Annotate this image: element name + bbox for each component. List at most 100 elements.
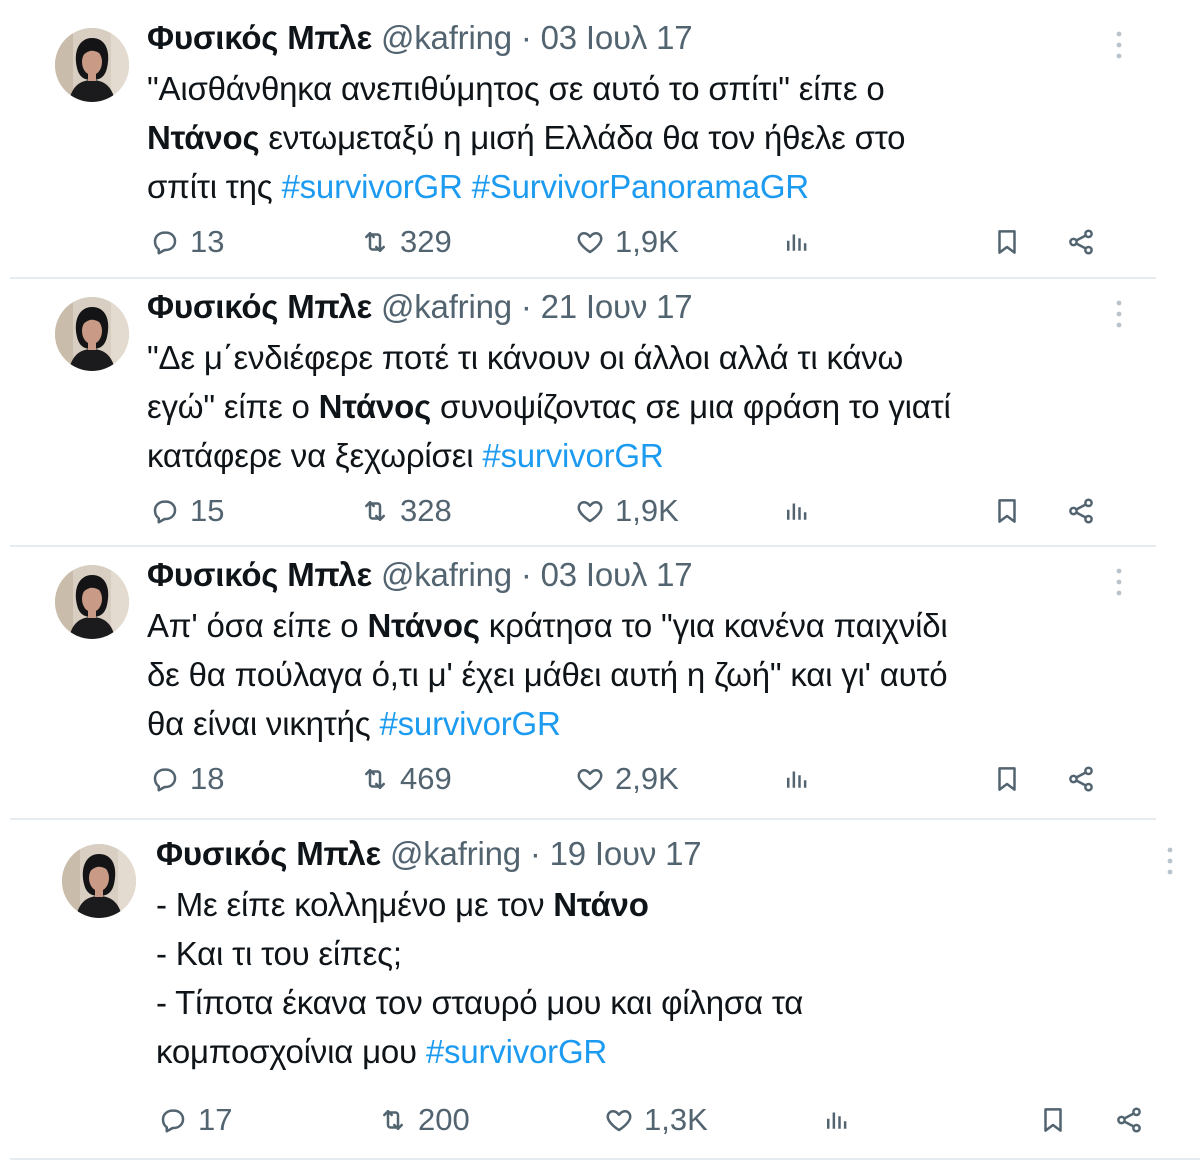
hashtag-link[interactable]: #SurvivorPanoramaGR [472,168,810,205]
author-handle[interactable]: @kafring [390,835,521,872]
retweet-count: 328 [400,493,452,528]
text-segment: - Τίποτα έκανα τον σταυρό μου και φίλησα… [156,984,804,1021]
share-button[interactable] [1114,1100,1144,1140]
reply-button[interactable]: 18 [150,759,224,799]
bold-text: Ντάνο [553,886,649,923]
author-name[interactable]: Φυσικός Μπλε [147,288,372,325]
text-segment [463,168,472,205]
share-icon [1066,764,1096,794]
tweet-header: Φυσικός Μπλε @kafring · 03 Ιουλ 17 [147,18,905,58]
bookmark-button[interactable] [992,222,1022,262]
share-button[interactable] [1066,491,1096,531]
reply-count: 13 [190,224,225,259]
tweet-card[interactable]: Φυσικός Μπλε @kafring · 03 Ιουλ 17 Απ' ό… [10,547,1156,817]
reply-icon [158,1105,188,1135]
retweet-button[interactable]: 328 [360,491,452,531]
author-name[interactable]: Φυσικός Μπλε [156,835,381,872]
tweet-line: - Και τι του είπες; [156,929,803,978]
retweet-icon [360,496,390,526]
avatar[interactable] [62,844,136,918]
retweet-icon [360,764,390,794]
reply-icon [150,764,180,794]
more-options-icon[interactable] [1115,299,1123,329]
tweet-line: σπίτι της #survivorGR #SurvivorPanoramaG… [147,162,905,211]
tweet-line: κατάφερε να ξεχωρίσει #survivorGR [147,431,951,480]
tweet-line: κομποσχοίνια μου #survivorGR [156,1027,803,1076]
tweet-actions: 17 200 1,3K [158,1100,1188,1140]
author-name[interactable]: Φυσικός Μπλε [147,556,372,593]
text-segment: - Με είπε κολλημένο με τον [156,886,554,923]
views-button[interactable] [782,222,812,262]
tweet-date[interactable]: 21 Ιουν 17 [541,288,693,325]
like-button[interactable]: 2,9K [575,759,679,799]
hashtag-link[interactable]: #survivorGR [482,437,663,474]
retweet-button[interactable]: 329 [360,222,452,262]
reply-button[interactable]: 13 [150,222,224,262]
bold-text: Ντάνος [367,607,480,644]
tweet-actions: 18 469 2,9K [150,759,1130,799]
tweet-header: Φυσικός Μπλε @kafring · 21 Ιουν 17 [147,287,951,327]
text-segment: εντωμεταξύ η μισή Ελλάδα θα τον ήθελε στ… [259,119,906,156]
heart-icon [575,227,605,257]
views-button[interactable] [782,491,812,531]
avatar[interactable] [55,28,129,102]
tweet-card[interactable]: Φυσικός Μπλε @kafring · 03 Ιουλ 17 "Αισθ… [10,0,1156,278]
hashtag-link[interactable]: #survivorGR [379,705,560,742]
more-options-icon[interactable] [1166,846,1174,876]
tweet-date[interactable]: 19 Ιουν 17 [550,835,702,872]
reply-icon [150,496,180,526]
separator-dot: · [520,19,532,56]
bookmark-icon [992,496,1022,526]
tweet-line: θα είναι νικητής #survivorGR [147,699,948,748]
like-count: 1,9K [615,493,679,528]
tweet-header: Φυσικός Μπλε @kafring · 19 Ιουν 17 [156,834,803,874]
tweet-date[interactable]: 03 Ιουλ 17 [541,19,693,56]
text-segment: - Και τι του είπες; [156,935,402,972]
reply-count: 15 [190,493,225,528]
like-button[interactable]: 1,3K [604,1100,708,1140]
author-handle[interactable]: @kafring [381,556,512,593]
text-segment: δε θα πούλαγα ό,τι μ' έχει μάθει αυτή η … [147,656,948,693]
author-handle[interactable]: @kafring [381,288,512,325]
retweet-button[interactable]: 200 [378,1100,470,1140]
text-segment: εγώ" είπε ο [147,388,319,425]
avatar[interactable] [55,297,129,371]
views-button[interactable] [782,759,812,799]
reply-button[interactable]: 15 [150,491,224,531]
views-icon [782,496,812,526]
avatar[interactable] [55,565,129,639]
bookmark-button[interactable] [992,491,1022,531]
more-options-icon[interactable] [1115,567,1123,597]
like-count: 2,9K [615,761,679,796]
divider [10,818,1156,820]
reply-icon [150,227,180,257]
reply-button[interactable]: 17 [158,1100,232,1140]
text-segment: "Δε μ΄ενδιέφερε ποτέ τι κάνουν οι άλλοι … [147,339,904,376]
tweet-date[interactable]: 03 Ιουλ 17 [541,556,693,593]
tweet-actions: 13 329 1,9K [150,222,1130,262]
text-segment: κομποσχοίνια μου [156,1033,426,1070]
views-button[interactable] [822,1100,852,1140]
tweet-card[interactable]: Φυσικός Μπλε @kafring · 21 Ιουν 17 "Δε μ… [10,279,1156,545]
like-button[interactable]: 1,9K [575,491,679,531]
heart-icon [575,764,605,794]
more-options-icon[interactable] [1115,30,1123,60]
bookmark-button[interactable] [1038,1100,1068,1140]
share-button[interactable] [1066,759,1096,799]
retweet-button[interactable]: 469 [360,759,452,799]
share-button[interactable] [1066,222,1096,262]
text-segment: θα είναι νικητής [147,705,380,742]
text-segment: "Αισθάνθηκα ανεπιθύμητος σε αυτό το σπίτ… [147,70,885,107]
hashtag-link[interactable]: #survivorGR [281,168,462,205]
tweet-card[interactable]: Φυσικός Μπλε @kafring · 19 Ιουν 17 - Με … [10,826,1200,1163]
hashtag-link[interactable]: #survivorGR [426,1033,607,1070]
author-handle[interactable]: @kafring [381,19,512,56]
like-button[interactable]: 1,9K [575,222,679,262]
author-name[interactable]: Φυσικός Μπλε [147,19,372,56]
text-segment: σπίτι της [147,168,282,205]
heart-icon [575,496,605,526]
tweet-line: Απ' όσα είπε ο Ντάνος κράτησα το "για κα… [147,601,948,650]
views-icon [822,1105,852,1135]
bookmark-button[interactable] [992,759,1022,799]
tweet-line: "Αισθάνθηκα ανεπιθύμητος σε αυτό το σπίτ… [147,64,905,113]
